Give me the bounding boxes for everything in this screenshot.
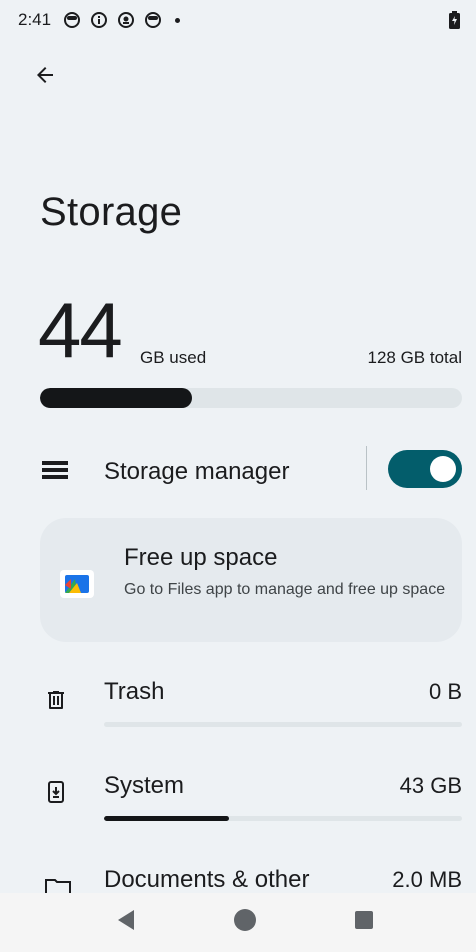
navigation-bar <box>0 893 476 952</box>
card-title: Free up space <box>124 544 278 571</box>
used-storage-unit: GB used <box>140 348 207 367</box>
location-icon <box>117 11 135 29</box>
divider <box>366 446 367 490</box>
files-app-icon <box>60 570 94 598</box>
storage-manager-label: Storage manager <box>104 458 290 485</box>
storage-manager-row[interactable]: Storage manager <box>0 438 476 502</box>
notification-circle-icon <box>63 11 81 29</box>
status-bar: 2:41 <box>0 0 476 40</box>
used-storage-value: 44 <box>38 286 123 374</box>
notification-circle-icon <box>144 11 162 29</box>
back-button[interactable] <box>28 60 62 94</box>
nav-recents-button[interactable] <box>334 893 394 952</box>
category-value: 43 GB <box>399 773 462 798</box>
category-bar <box>104 722 462 727</box>
category-bar <box>104 816 462 821</box>
list-icon <box>42 460 68 480</box>
page-title: Storage <box>40 190 183 234</box>
status-dot <box>175 17 181 23</box>
storage-progress-fill <box>40 388 192 408</box>
card-description: Go to Files app to manage and free up sp… <box>124 581 446 598</box>
category-label: Trash <box>104 678 165 705</box>
system-download-icon <box>44 780 68 804</box>
status-time: 2:41 <box>18 10 52 29</box>
trash-icon <box>44 688 68 712</box>
category-value: 2.0 MB <box>392 867 462 892</box>
nav-back-button[interactable] <box>96 893 156 952</box>
toggle-knob <box>430 456 456 482</box>
category-bar-fill <box>104 816 230 821</box>
info-icon <box>90 11 108 29</box>
free-up-space-card[interactable]: Free up space Go to Files app to manage … <box>40 518 462 642</box>
category-label: System <box>104 772 185 799</box>
nav-home-button[interactable] <box>215 893 275 952</box>
nav-recents-square-icon <box>354 910 374 935</box>
nav-back-triangle-icon <box>116 909 136 936</box>
category-value: 0 B <box>428 679 462 704</box>
storage-manager-toggle[interactable] <box>388 450 462 488</box>
total-storage-label: 128 GB total <box>367 348 462 367</box>
storage-progress-bar <box>40 388 462 408</box>
category-row-trash[interactable]: Trash 0 B <box>0 664 476 750</box>
nav-home-circle-icon <box>233 908 257 937</box>
category-row-system[interactable]: System 43 GB <box>0 758 476 844</box>
back-arrow-icon <box>33 63 57 92</box>
battery-charging-icon <box>449 11 460 29</box>
category-label: Documents & other <box>104 866 310 893</box>
